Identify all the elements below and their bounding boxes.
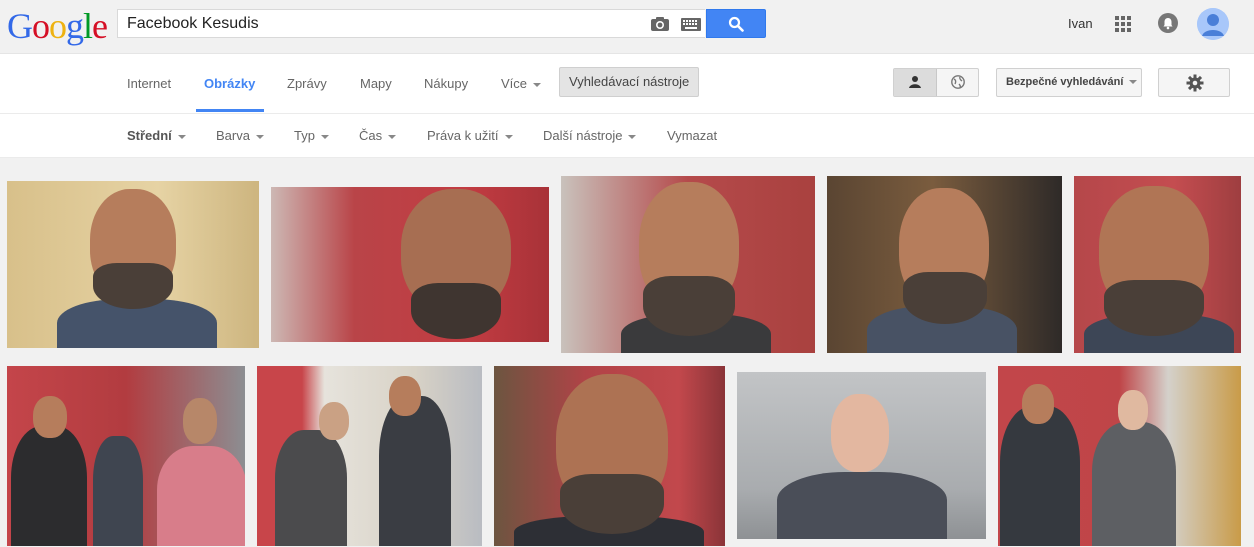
search-input[interactable] [127,13,627,35]
safe-search-dropdown[interactable]: Bezpečné vyhledávání [996,68,1142,97]
image-result[interactable] [271,187,549,342]
image-figure [93,263,173,309]
personal-results-toggle [893,68,979,97]
top-bar: Google Ivan [0,0,1254,54]
image-figure [33,396,67,438]
image-figure [183,398,217,444]
gear-icon [1186,74,1204,92]
image-figure [1104,280,1204,336]
chevron-down-icon [177,134,186,139]
image-figure [157,446,245,546]
tab-more-label: Více [501,76,528,91]
tab-maps[interactable]: Mapy [360,76,392,91]
keyboard-icon[interactable] [681,18,701,31]
image-result[interactable] [737,372,986,539]
apps-grid-icon[interactable] [1115,16,1131,32]
chevron-down-icon [320,134,329,139]
tab-shopping[interactable]: Nákupy [424,76,468,91]
person-icon [909,76,921,88]
chevron-down-icon [1129,80,1138,85]
chevron-down-icon [388,134,397,139]
globe-icon [951,75,965,89]
tab-more[interactable]: Více [501,76,542,91]
safe-search-label: Bezpečné vyhledávání [1006,76,1124,88]
image-figure [1000,406,1080,546]
image-figure [1092,422,1176,546]
tab-internet[interactable]: Internet [127,76,171,91]
filter-size[interactable]: Střední [127,128,186,143]
search-box [117,9,705,38]
personal-results-button[interactable] [894,69,937,96]
logo-letter: o [49,6,67,46]
image-figure [93,436,143,546]
image-figure [319,402,349,440]
logo-letter: G [7,6,33,46]
tab-images[interactable]: Obrázky [204,76,255,91]
logo-letter: g [66,6,84,46]
avatar-icon [1197,8,1229,40]
image-result[interactable] [7,181,259,348]
logo-letter: l [83,6,93,46]
image-figure [1022,384,1054,424]
avatar[interactable] [1197,8,1229,40]
image-figure [11,426,87,546]
filter-more-tools-label: Další nástroje [543,128,623,143]
filter-usage-rights-label: Práva k užití [427,128,499,143]
filter-time[interactable]: Čas [359,128,397,143]
image-figure [903,272,987,324]
image-figure [643,276,735,336]
image-figure [777,472,947,539]
filter-color[interactable]: Barva [216,128,264,143]
image-result[interactable] [494,366,725,546]
image-figure [831,394,889,472]
image-figure [389,376,421,416]
logo-letter: o [32,6,50,46]
tab-news[interactable]: Zprávy [287,76,327,91]
image-result[interactable] [1074,176,1241,353]
google-logo[interactable]: Google [7,6,108,46]
image-figure [1118,390,1148,430]
settings-button[interactable] [1158,68,1230,97]
global-results-button[interactable] [937,69,978,96]
image-figure [275,430,347,546]
chevron-down-icon [628,134,637,139]
image-result[interactable] [257,366,482,546]
image-figure [411,283,501,339]
search-nav: Internet Obrázky Zprávy Mapy Nákupy Více… [0,54,1254,114]
filter-type[interactable]: Typ [294,128,329,143]
image-result[interactable] [998,366,1241,546]
search-button[interactable] [706,9,766,38]
camera-icon[interactable] [650,16,670,32]
logo-letter: e [92,6,108,46]
chevron-down-icon [533,82,542,87]
filter-color-label: Barva [216,128,250,143]
active-tab-indicator [196,109,264,112]
filter-usage-rights[interactable]: Práva k užití [427,128,513,143]
clear-filters-link[interactable]: Vymazat [667,128,717,143]
image-figure [379,396,451,546]
search-tools-bar: Střední Barva Typ Čas Práva k užití Dalš… [0,114,1254,158]
search-tools-button[interactable]: Vyhledávací nástroje [559,67,700,97]
filter-size-label: Střední [127,128,172,143]
image-result[interactable] [561,176,815,353]
image-result[interactable] [7,366,245,546]
chevron-down-icon [255,134,264,139]
chevron-down-icon [504,134,513,139]
filter-more-tools[interactable]: Další nástroje [543,128,637,143]
filter-type-label: Typ [294,128,315,143]
image-result[interactable] [827,176,1062,353]
image-figure [560,474,664,534]
search-icon [728,16,744,32]
user-name[interactable]: Ivan [1068,16,1093,31]
notifications-icon[interactable] [1158,13,1178,33]
bell-icon [1163,18,1173,30]
filter-time-label: Čas [359,128,383,143]
